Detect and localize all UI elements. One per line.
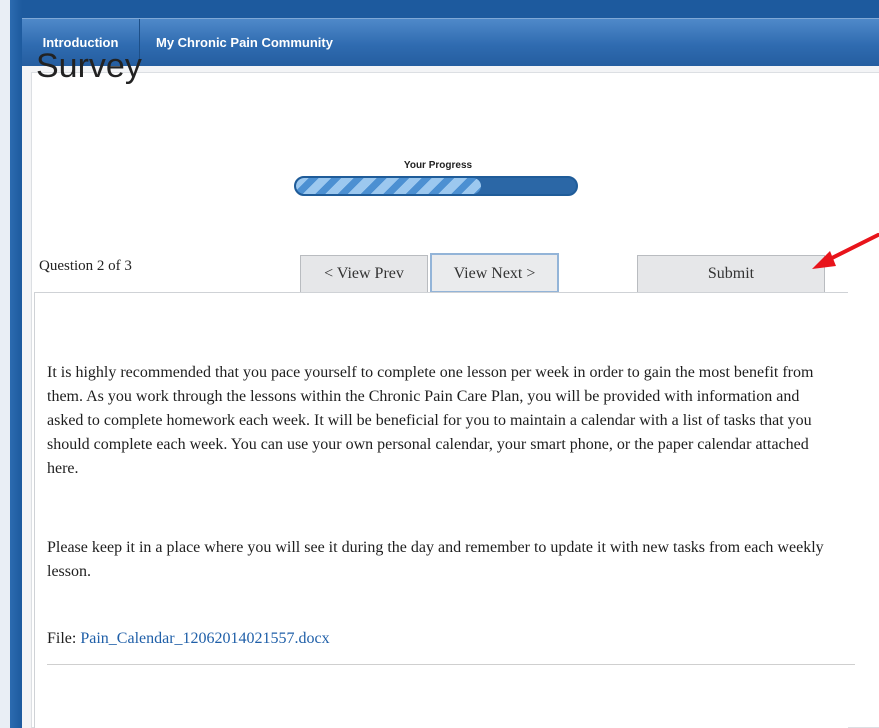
content-divider [47,664,855,665]
submit-button[interactable]: Submit [637,255,825,293]
question-counter: Question 2 of 3 [39,258,132,274]
view-prev-button[interactable]: < View Prev [300,255,428,293]
file-attachment: File: Pain_Calendar_12062014021557.docx [47,630,330,648]
file-download-link[interactable]: Pain_Calendar_12062014021557.docx [80,630,329,647]
file-label: File: [47,630,81,647]
question-paragraph-2: Please keep it in a place where you will… [47,539,824,580]
window-left-edge [0,0,22,728]
progress-bar [294,176,578,196]
progress-label: Your Progress [403,160,473,171]
view-next-button[interactable]: View Next > [430,253,559,293]
top-nav-bar: Introduction My Chronic Pain Community [22,18,879,67]
red-arrow-icon [812,233,879,269]
progress-bar-fill [296,178,481,194]
nav-tab-my-chronic-pain-community[interactable]: My Chronic Pain Community [140,19,360,67]
page-title: Survey [36,47,142,85]
question-paragraph-1: It is highly recommended that you pace y… [47,364,814,477]
question-content-box [34,292,848,728]
